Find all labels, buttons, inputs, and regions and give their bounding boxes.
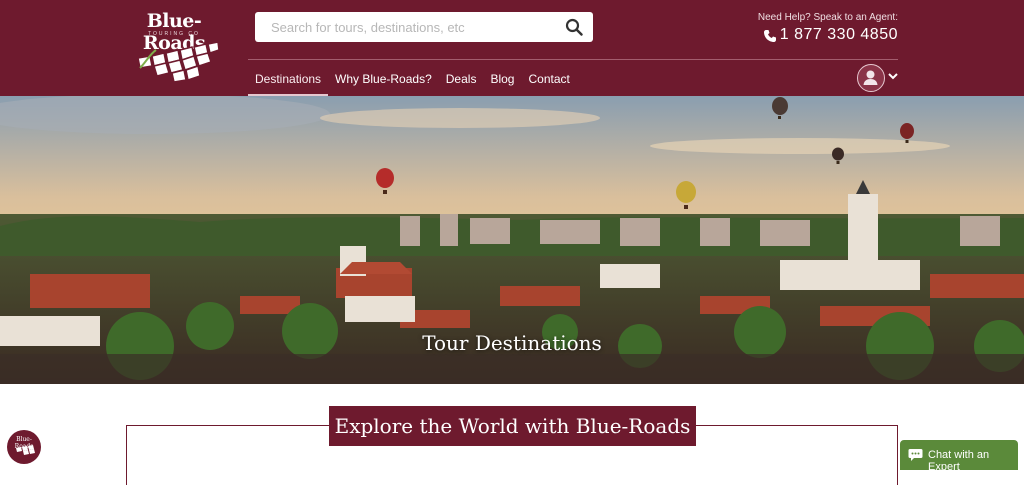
- chat-bubble-icon: [908, 449, 923, 461]
- hero-title: Tour Destinations: [422, 331, 602, 355]
- main-nav: Destinations Why Blue-Roads? Deals Blog …: [248, 70, 577, 96]
- phone-icon: [764, 30, 776, 42]
- nav-item-blog[interactable]: Blog: [483, 70, 521, 96]
- phone-number[interactable]: 1 877 330 4850: [780, 26, 898, 44]
- nav-item-contact[interactable]: Contact: [521, 70, 576, 96]
- account-button[interactable]: [857, 64, 885, 92]
- nav-item-why-blue-roads[interactable]: Why Blue-Roads?: [328, 70, 439, 96]
- nav-item-deals[interactable]: Deals: [439, 70, 484, 96]
- search-icon[interactable]: [565, 18, 583, 36]
- search-input[interactable]: [255, 12, 555, 42]
- brand-logo[interactable]: Blue-Roads TOURING CO: [126, 10, 226, 86]
- nav-divider: [248, 59, 898, 60]
- chevron-down-icon[interactable]: [888, 71, 898, 81]
- nav-item-destinations[interactable]: Destinations: [248, 70, 329, 96]
- user-icon: [863, 70, 878, 85]
- road-tiles-icon: [137, 41, 220, 82]
- chat-label: Chat with an Expert: [928, 449, 990, 473]
- search-bar: [255, 12, 593, 42]
- site-header: Blue-Roads TOURING CO Search for tours, …: [0, 0, 1024, 96]
- help-label: Need Help? Speak to an Agent:: [757, 12, 898, 23]
- hero-banner: Tour Destinations: [0, 96, 1024, 384]
- explore-section-title: Explore the World with Blue-Roads: [329, 406, 696, 446]
- road-tiles-icon: [16, 445, 35, 455]
- chat-with-expert-button[interactable]: Chat with an Expert: [900, 440, 1018, 473]
- floating-logo-button[interactable]: Blue-Roads: [7, 430, 41, 464]
